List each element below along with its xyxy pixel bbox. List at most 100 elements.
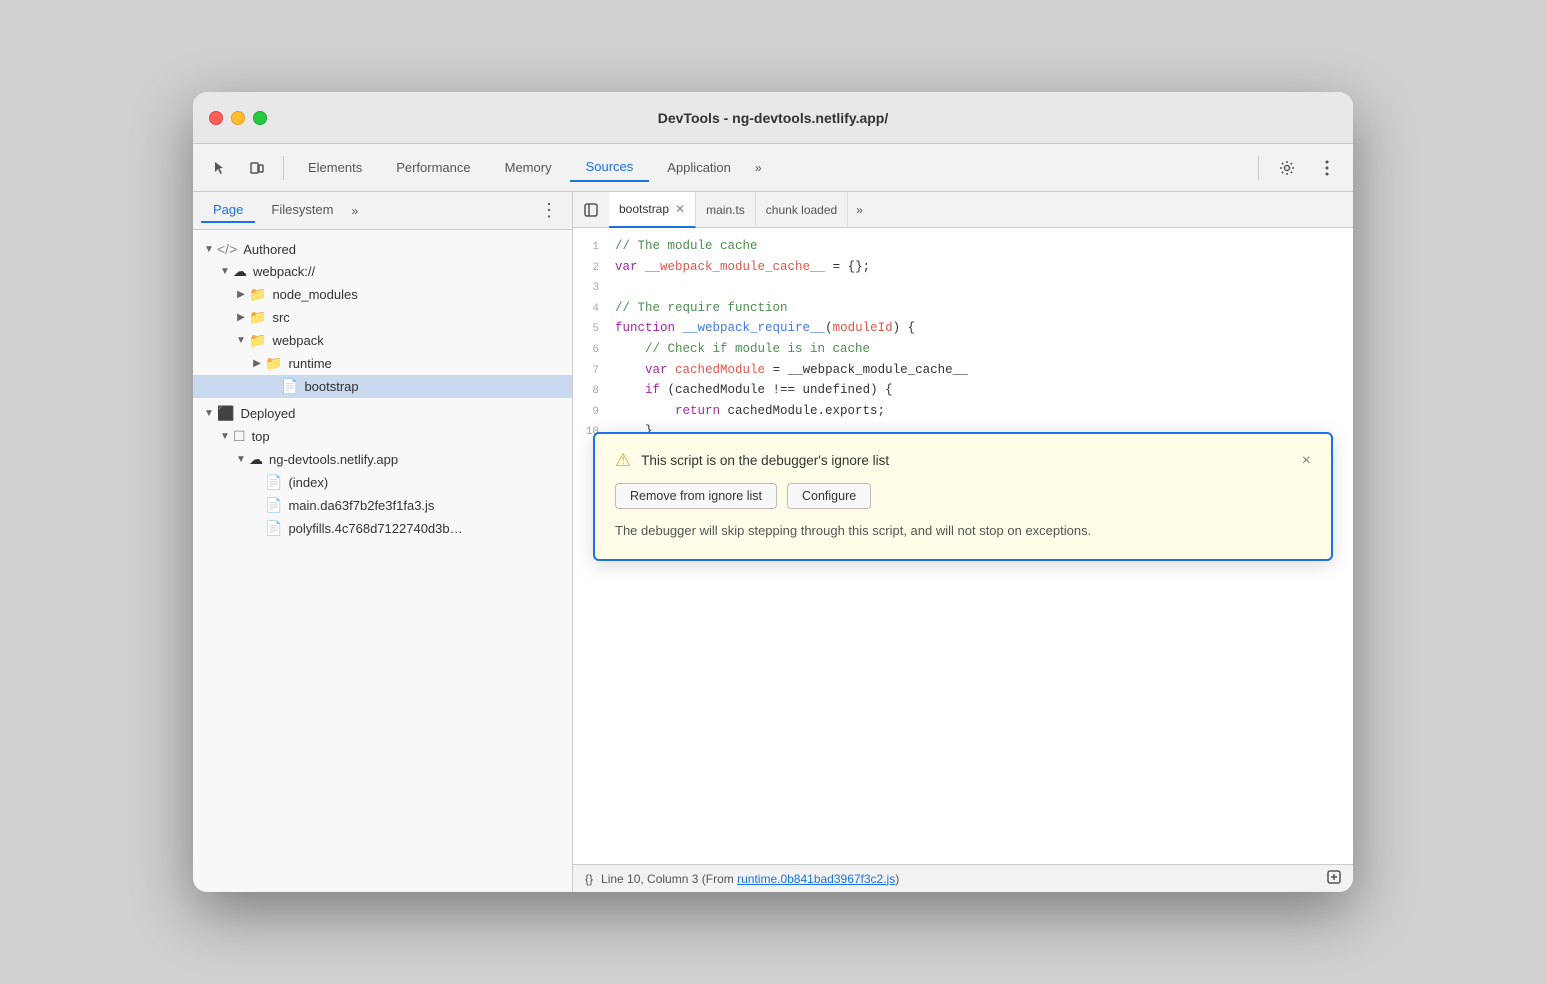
file-icon-main-js: 📄	[265, 497, 282, 514]
tab-separator	[283, 156, 284, 180]
file-tabs-more[interactable]: »	[848, 199, 871, 221]
tree-item-webpack-folder[interactable]: ▼ 📁 webpack	[193, 329, 572, 352]
code-content-8: if (cachedModule !== undefined) {	[615, 380, 893, 400]
file-tab-bootstrap-close[interactable]: ✕	[675, 203, 685, 215]
close-button[interactable]	[209, 111, 223, 125]
device-toolbar-button[interactable]	[239, 150, 275, 186]
code-content-5: function __webpack_require__(moduleId) {	[615, 318, 915, 338]
device-icon	[249, 160, 265, 176]
code-line-9: 9 return cachedModule.exports;	[573, 401, 1353, 422]
folder-icon-webpack: 📁	[249, 332, 266, 349]
code-line-6: 6 // Check if module is in cache	[573, 339, 1353, 360]
tree-item-bootstrap[interactable]: ▶ 📄 bootstrap	[193, 375, 572, 398]
tree-item-src[interactable]: ▶ 📁 src	[193, 306, 572, 329]
code-line-8: 8 if (cachedModule !== undefined) {	[573, 380, 1353, 401]
tree-item-node-modules[interactable]: ▶ 📁 node_modules	[193, 283, 572, 306]
code-panel: bootstrap ✕ main.ts chunk loaded » 1 // …	[573, 192, 1353, 892]
tag-icon: </>	[217, 241, 237, 257]
ignore-list-popup: ⚠ This script is on the debugger's ignor…	[593, 432, 1333, 561]
tab-performance[interactable]: Performance	[380, 154, 486, 181]
polyfills-label: polyfills.4c768d7122740d3b…	[288, 521, 462, 536]
arrow-node-modules: ▶	[233, 289, 249, 300]
webpack-label: webpack://	[253, 264, 315, 279]
tree-item-index[interactable]: ▶ 📄 (index)	[193, 471, 572, 494]
code-line-2: 2 var __webpack_module_cache__ = {};	[573, 257, 1353, 278]
arrow-src: ▶	[233, 312, 249, 323]
tree-item-runtime[interactable]: ▶ 📁 runtime	[193, 352, 572, 375]
source-link[interactable]: runtime.0b841bad3967f3c2.js	[737, 872, 895, 886]
file-tab-bootstrap[interactable]: bootstrap ✕	[609, 192, 696, 228]
tree-item-authored[interactable]: ▼ </> Authored	[193, 238, 572, 260]
arrow-runtime: ▶	[249, 358, 265, 369]
more-options-button[interactable]	[1309, 150, 1345, 186]
line-number-3: 3	[573, 280, 615, 298]
titlebar: DevTools - ng-devtools.netlify.app/	[193, 92, 1353, 144]
line-col-info: Line 10, Column 3	[601, 872, 698, 886]
remove-from-ignore-list-button[interactable]: Remove from ignore list	[615, 483, 777, 509]
file-icon-bootstrap: 📄	[281, 378, 298, 395]
collapse-panel-button[interactable]	[577, 196, 605, 224]
three-dots-icon	[1325, 160, 1329, 176]
line-number-7: 7	[573, 363, 615, 381]
tab-memory[interactable]: Memory	[489, 154, 568, 181]
sidebar-tab-filesystem[interactable]: Filesystem	[259, 198, 345, 223]
tab-elements[interactable]: Elements	[292, 154, 378, 181]
cube-icon: ⬛	[217, 405, 234, 422]
arrow-webpack-folder: ▼	[233, 335, 249, 346]
tree-item-top[interactable]: ▼ ☐ top	[193, 425, 572, 448]
deployed-label: Deployed	[240, 406, 295, 421]
line-number-2: 2	[573, 260, 615, 278]
cloud-icon-ng: ☁	[249, 451, 263, 468]
tree-item-ng-devtools[interactable]: ▼ ☁ ng-devtools.netlify.app	[193, 448, 572, 471]
line-number-9: 9	[573, 404, 615, 422]
line-number-4: 4	[573, 301, 615, 319]
popup-header: ⚠ This script is on the debugger's ignor…	[615, 450, 1311, 471]
code-line-1: 1 // The module cache	[573, 236, 1353, 257]
code-content-4: // The require function	[615, 298, 788, 318]
sidebar-menu-button[interactable]: ⋮	[534, 198, 564, 223]
file-tab-chunk[interactable]: chunk loaded	[756, 192, 848, 228]
code-content-2: var __webpack_module_cache__ = {};	[615, 257, 870, 277]
minimize-button[interactable]	[231, 111, 245, 125]
tree-item-deployed[interactable]: ▼ ⬛ Deployed	[193, 402, 572, 425]
bootstrap-label: bootstrap	[304, 379, 358, 394]
file-tab-chunk-label: chunk loaded	[766, 203, 837, 217]
line-number-5: 5	[573, 321, 615, 339]
format-icon[interactable]	[1327, 870, 1341, 884]
arrow-authored: ▼	[201, 244, 217, 255]
from-label: From	[706, 872, 734, 886]
runtime-label: runtime	[288, 356, 331, 371]
sidebar-tabs-more[interactable]: »	[352, 204, 359, 218]
devtools-window: DevTools - ng-devtools.netlify.app/ Elem…	[193, 92, 1353, 892]
code-line-7: 7 var cachedModule = __webpack_module_ca…	[573, 360, 1353, 381]
ng-devtools-label: ng-devtools.netlify.app	[269, 452, 398, 467]
cloud-icon-webpack: ☁	[233, 263, 247, 280]
tab-sources[interactable]: Sources	[570, 153, 650, 182]
warning-icon: ⚠	[615, 450, 631, 471]
arrow-ng-devtools: ▼	[233, 454, 249, 465]
file-tab-main-ts[interactable]: main.ts	[696, 192, 756, 228]
authored-label: Authored	[243, 242, 296, 257]
folder-icon-node-modules: 📁	[249, 286, 266, 303]
tree-item-polyfills[interactable]: ▶ 📄 polyfills.4c768d7122740d3b…	[193, 517, 572, 540]
maximize-button[interactable]	[253, 111, 267, 125]
configure-button[interactable]: Configure	[787, 483, 871, 509]
code-line-3: 3	[573, 277, 1353, 298]
sidebar: Page Filesystem » ⋮ ▼ </> Authored ▼ ☁	[193, 192, 573, 892]
code-content-9: return cachedModule.exports;	[615, 401, 885, 421]
tab-application[interactable]: Application	[651, 154, 747, 181]
inspect-element-button[interactable]	[201, 150, 237, 186]
status-bar: {} Line 10, Column 3 (From runtime.0b841…	[573, 864, 1353, 892]
line-number-1: 1	[573, 239, 615, 257]
tabs-more-button[interactable]: »	[749, 157, 768, 179]
sidebar-tab-page[interactable]: Page	[201, 198, 255, 223]
file-icon-polyfills: 📄	[265, 520, 282, 537]
tree-item-webpack-root[interactable]: ▼ ☁ webpack://	[193, 260, 572, 283]
tree-item-main-js[interactable]: ▶ 📄 main.da63f7b2fe3f1fa3.js	[193, 494, 572, 517]
folder-icon-src: 📁	[249, 309, 266, 326]
popup-close-button[interactable]: ×	[1302, 453, 1311, 469]
line-number-8: 8	[573, 383, 615, 401]
src-label: src	[272, 310, 289, 325]
settings-button[interactable]	[1269, 150, 1305, 186]
webpack-folder-label: webpack	[272, 333, 323, 348]
